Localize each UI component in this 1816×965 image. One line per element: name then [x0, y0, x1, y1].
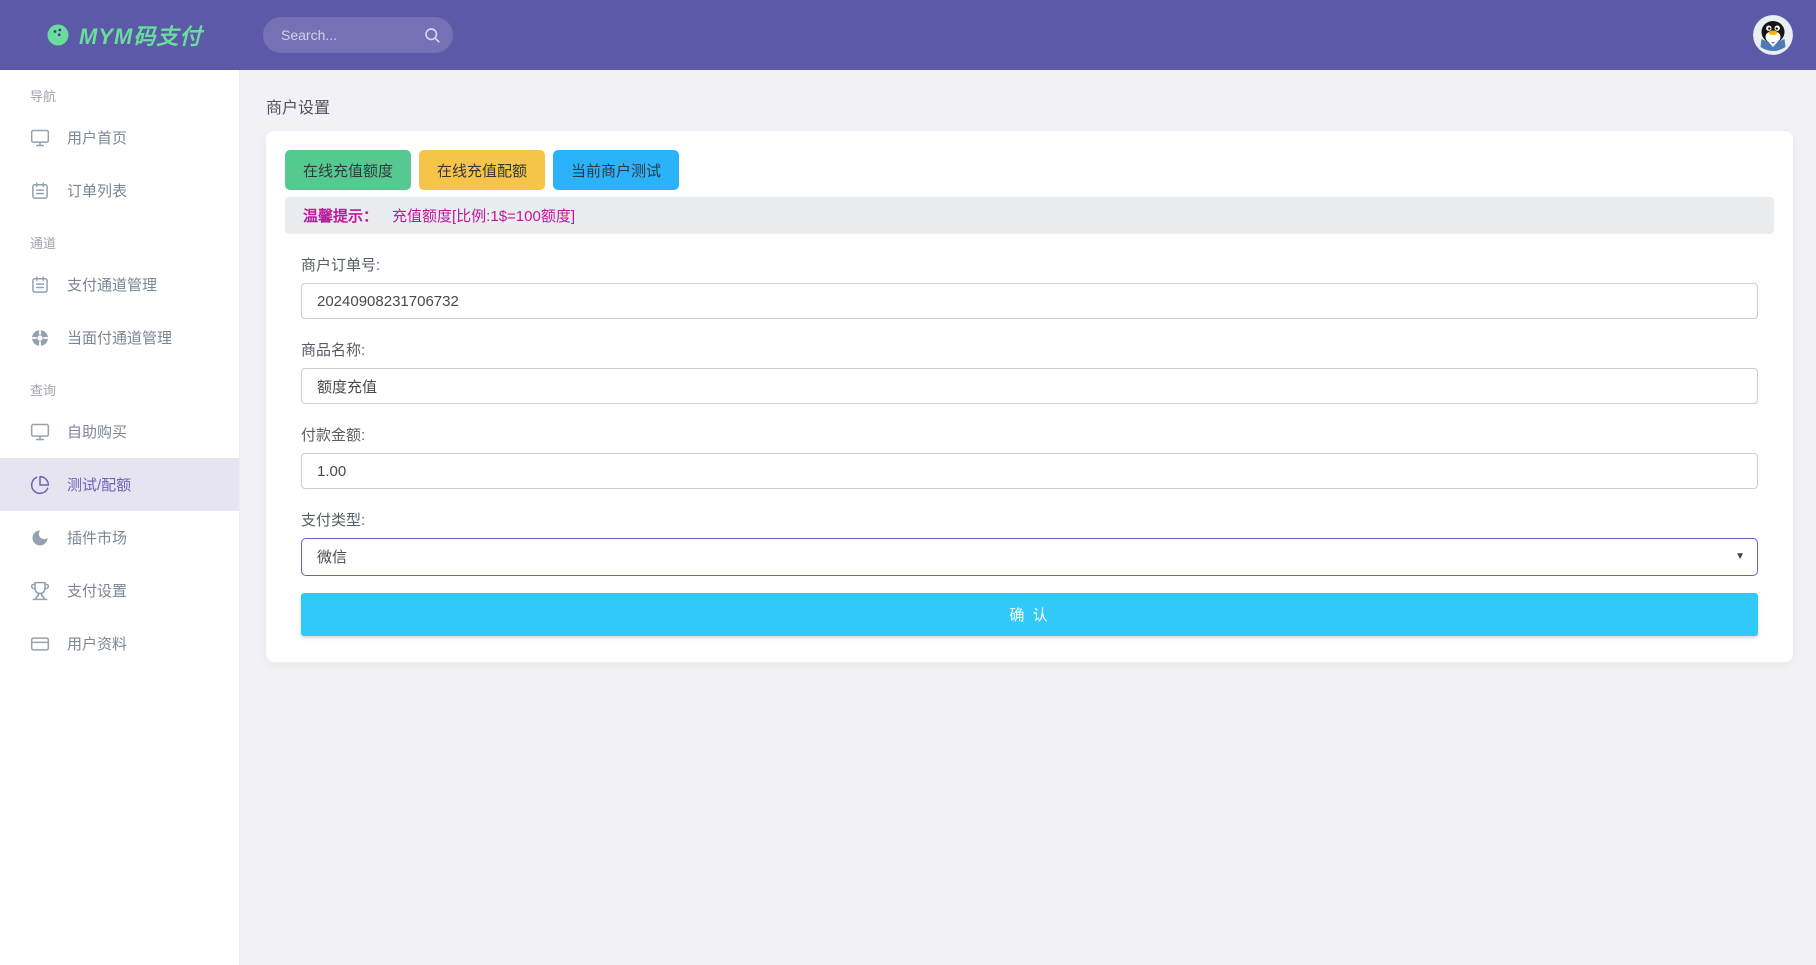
- monitor-icon: [30, 422, 50, 442]
- pie-chart-icon: [30, 475, 50, 495]
- sidebar-item-user-profile[interactable]: 用户资料: [0, 617, 239, 670]
- search-input[interactable]: [281, 27, 423, 43]
- app-title: MYM码支付: [79, 19, 202, 51]
- payment-amount-input[interactable]: [301, 453, 1758, 489]
- lifebuoy-icon: [30, 328, 50, 348]
- sidebar-item-label: 测试/配额: [67, 474, 131, 495]
- sidebar-item-test-quota[interactable]: 测试/配额: [0, 458, 239, 511]
- payment-type-select-wrap: 微信 ▼: [301, 538, 1758, 576]
- sidebar-item-pay-channel-mgmt[interactable]: 支付通道管理: [0, 258, 239, 311]
- clipboard-icon: [30, 275, 50, 295]
- id-card-icon: [30, 634, 50, 654]
- sidebar-item-user-home[interactable]: 用户首页: [0, 111, 239, 164]
- current-merchant-test-button[interactable]: 当前商户测试: [553, 150, 679, 190]
- sidebar-item-f2f-channel-mgmt[interactable]: 当面付通道管理: [0, 311, 239, 364]
- sidebar-item-label: 支付通道管理: [67, 274, 157, 295]
- app-logo[interactable]: MYM码支付: [46, 19, 240, 51]
- sidebar-section-channel: 通道: [0, 217, 239, 258]
- merchant-order-no-input[interactable]: [301, 283, 1758, 319]
- page-title: 商户设置: [266, 94, 1816, 118]
- clipboard-icon: [30, 181, 50, 201]
- payment-amount-label: 付款金额:: [301, 424, 1758, 445]
- payment-type-select[interactable]: 微信: [301, 538, 1758, 576]
- sidebar-item-label: 用户首页: [67, 127, 127, 148]
- merchant-test-form: 商户订单号: 商品名称: 付款金额: 支付类型: 微信 ▼ 确 认: [301, 254, 1758, 636]
- sidebar-item-plugin-market[interactable]: 插件市场: [0, 511, 239, 564]
- tip-bar: 温馨提示： 充值额度[比例:1$=100额度]: [285, 197, 1774, 234]
- monitor-icon: [30, 128, 50, 148]
- sidebar-nav: 导航 用户首页 订单列表 通道 支付通道管理: [0, 70, 240, 965]
- online-recharge-allocation-button[interactable]: 在线充值配额: [419, 150, 545, 190]
- product-name-input[interactable]: [301, 368, 1758, 404]
- search-icon[interactable]: [423, 26, 441, 44]
- sidebar-item-label: 用户资料: [67, 633, 127, 654]
- merchant-order-no-label: 商户订单号:: [301, 254, 1758, 275]
- trophy-icon: [30, 581, 50, 601]
- sidebar-item-label: 当面付通道管理: [67, 327, 172, 348]
- sidebar-section-nav: 导航: [0, 70, 239, 111]
- top-header: MYM码支付: [0, 0, 1816, 70]
- sidebar-item-order-list[interactable]: 订单列表: [0, 164, 239, 217]
- action-button-row: 在线充值额度 在线充值配额 当前商户测试: [285, 150, 1774, 190]
- sidebar-item-pay-settings[interactable]: 支付设置: [0, 564, 239, 617]
- payment-type-label: 支付类型:: [301, 509, 1758, 530]
- sidebar-item-label: 插件市场: [67, 527, 127, 548]
- online-recharge-quota-button[interactable]: 在线充值额度: [285, 150, 411, 190]
- search-bar: [263, 17, 453, 53]
- sidebar-section-query: 查询: [0, 364, 239, 405]
- bowling-ball-logo-icon: [46, 23, 70, 47]
- sidebar-item-label: 订单列表: [67, 180, 127, 201]
- main-content: 商户设置 在线充值额度 在线充值配额 当前商户测试 温馨提示： 充值额度[比例:…: [241, 70, 1816, 965]
- sidebar-item-label: 自助购买: [67, 421, 127, 442]
- confirm-button[interactable]: 确 认: [301, 593, 1758, 636]
- crescent-icon: [30, 528, 50, 548]
- sidebar-item-label: 支付设置: [67, 580, 127, 601]
- tip-text: 充值额度[比例:1$=100额度]: [392, 205, 575, 226]
- user-avatar[interactable]: [1753, 15, 1793, 55]
- sidebar-item-self-purchase[interactable]: 自助购买: [0, 405, 239, 458]
- merchant-settings-card: 在线充值额度 在线充值配额 当前商户测试 温馨提示： 充值额度[比例:1$=10…: [266, 131, 1793, 662]
- product-name-label: 商品名称:: [301, 339, 1758, 360]
- tip-prefix: 温馨提示：: [303, 205, 378, 226]
